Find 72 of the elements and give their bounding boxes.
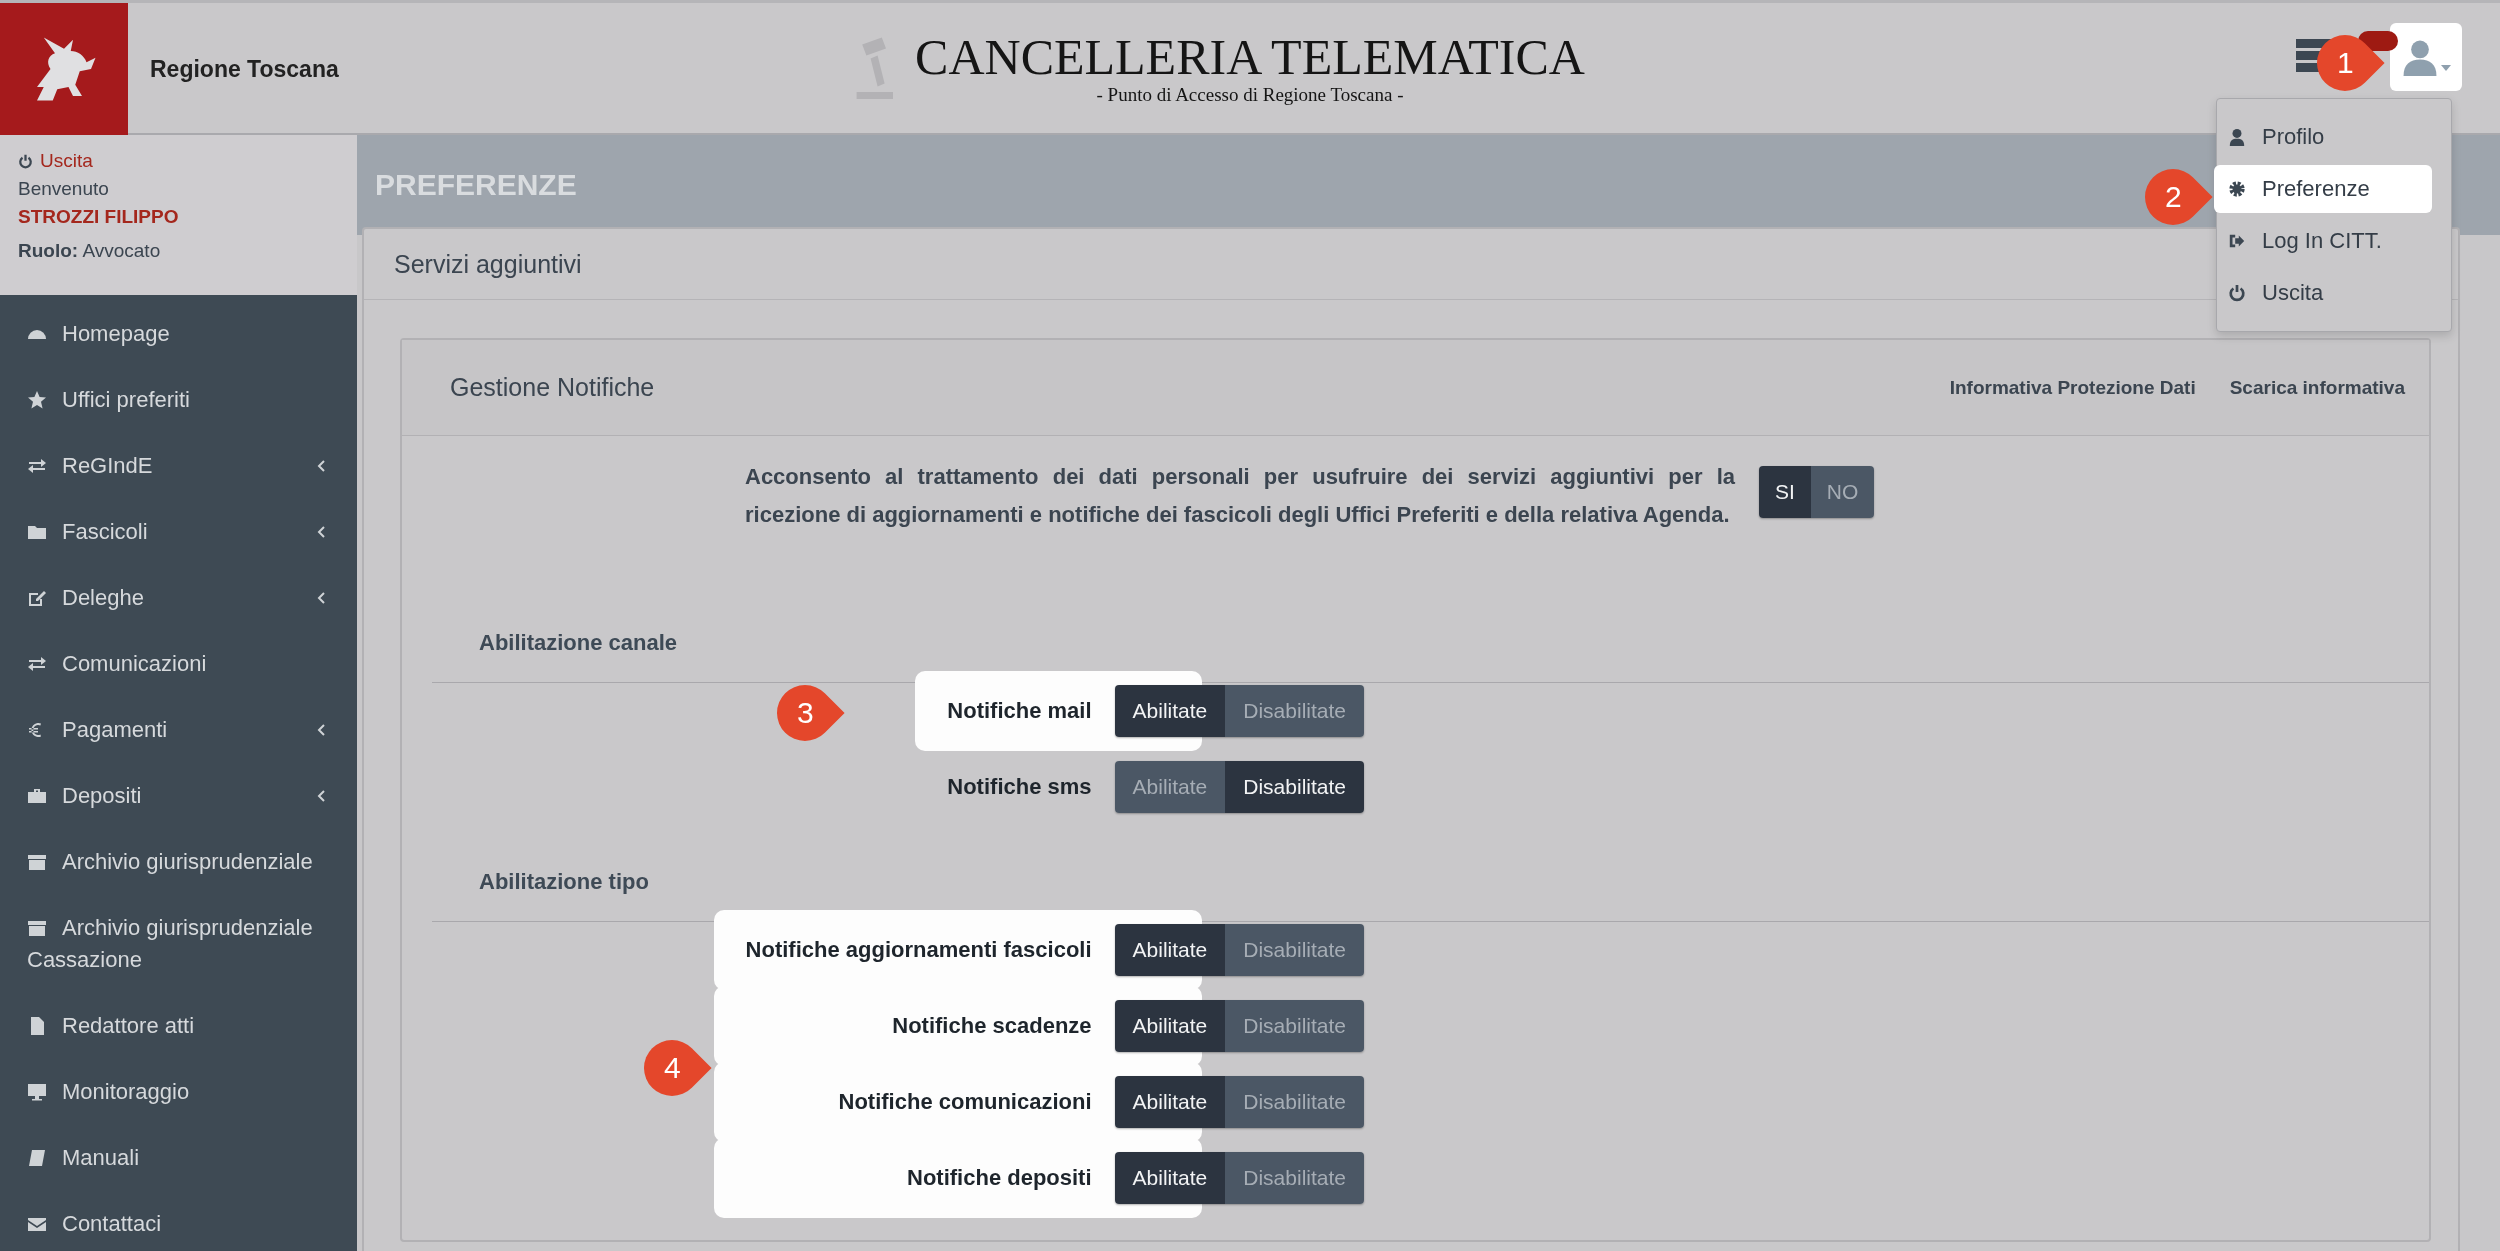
archive-box-icon (27, 918, 47, 938)
card-title: Gestione Notifiche (450, 373, 655, 402)
brand-name: Regione Toscana (150, 55, 339, 83)
setting-label: Notifiche scadenze (892, 1013, 1092, 1039)
archive-box-icon (27, 852, 47, 872)
sidebar-item[interactable]: Comunicazioni (0, 631, 357, 697)
arrows-icon (27, 456, 47, 476)
briefcase-icon (27, 786, 47, 806)
book-icon (27, 1148, 47, 1168)
sidebar-item[interactable]: Manuali (0, 1125, 357, 1191)
setting-label: Notifiche comunicazioni (838, 1089, 1092, 1115)
sidebar-item[interactable]: Archivio giurisprudenziale (0, 829, 357, 895)
arrows-icon (27, 654, 47, 674)
toggle-button[interactable]: SI (1759, 466, 1811, 518)
sidebar-item[interactable]: Monitoraggio (0, 1059, 357, 1125)
setting-label: Notifiche mail (947, 698, 1092, 724)
sidebar-item[interactable]: Contattaci (0, 1191, 357, 1251)
setting-label: Notifiche aggiornamenti fascicoli (745, 937, 1092, 963)
section-title: Abilitazione canale (479, 630, 678, 655)
toggle-button[interactable]: Abilitate (1114, 1152, 1226, 1204)
setting-label: Notifiche sms (947, 774, 1092, 800)
sidebar-item[interactable]: Uffici preferiti (0, 367, 357, 433)
setting-label: Notifiche depositi (907, 1165, 1092, 1191)
caret-icon (2441, 65, 2451, 71)
site-title: CANCELLERIA TELEMATICA (915, 32, 1585, 82)
pencil-icon (27, 588, 47, 608)
person-icon (2228, 128, 2246, 146)
section-title: Abilitazione tipo (479, 869, 649, 894)
login-icon (2228, 232, 2246, 250)
sidebar-item[interactable]: Pagamenti (0, 697, 357, 763)
toggle-button[interactable]: Abilitate (1114, 1076, 1226, 1128)
toggle-button[interactable]: Disabilitate (1225, 924, 1364, 976)
sidebar-item[interactable]: Deleghe (0, 565, 357, 631)
menu-item[interactable]: Log In CITT. (2214, 217, 2432, 265)
toggle-button[interactable]: NO (1810, 466, 1875, 518)
sidebar-item[interactable]: Redattore atti (0, 993, 357, 1059)
sidebar-item[interactable]: Depositi (0, 763, 357, 829)
power-icon (18, 153, 33, 169)
toggle-button[interactable]: Abilitate (1114, 1000, 1226, 1052)
power-icon (2228, 284, 2246, 302)
settings-icon (2228, 180, 2246, 198)
sidebar-item[interactable]: Fascicoli (0, 499, 357, 565)
logo-icon (0, 3, 128, 135)
star-icon (27, 390, 47, 410)
greeting-text: Benvenuto (18, 177, 110, 201)
toggle-button[interactable]: Abilitate (1114, 924, 1226, 976)
menu-item[interactable]: Preferenze (2214, 165, 2432, 213)
user-button[interactable] (2390, 23, 2462, 91)
sidebar-item[interactable]: ReGIndE (0, 433, 357, 499)
page-title: PREFERENZE (375, 168, 577, 202)
site-subtitle: - Punto di Accesso di Regione Toscana - (1096, 84, 1404, 106)
toggle-button[interactable]: Disabilitate (1225, 761, 1364, 813)
header-link[interactable]: Informativa Protezione Dati (1949, 376, 2196, 399)
toggle-button[interactable]: Disabilitate (1225, 685, 1364, 737)
sidebar-item[interactable]: Archivio giurisprudenziale Cassazione (0, 895, 357, 993)
sidebar-item[interactable]: Homepage (0, 301, 357, 367)
menu-item[interactable]: Profilo (2214, 113, 2432, 161)
toggle-button[interactable]: Abilitate (1114, 685, 1226, 737)
toggle-button[interactable]: Disabilitate (1225, 1000, 1364, 1052)
menu-item[interactable]: Uscita (2214, 269, 2432, 317)
monitor-icon (27, 1082, 47, 1102)
user-icon (2401, 38, 2439, 76)
toggle-button[interactable]: Abilitate (1114, 761, 1226, 813)
toggle-button[interactable]: Disabilitate (1225, 1152, 1364, 1204)
header-link[interactable]: Scarica informativa (2229, 376, 2405, 399)
role-label: Ruolo: (18, 240, 79, 261)
logout-link[interactable]: Uscita (40, 147, 93, 175)
user-name: STROZZI FILIPPO (18, 205, 180, 229)
role-value: Avvocato (82, 240, 161, 261)
consent-text: Acconsento al trattamento dei dati personali per usufruire dei servizi aggiuntivi per la ricezione di aggiornamenti e notifiche dei fascicoli degli Uffici Preferiti e della relativa Agenda. (745, 463, 1735, 529)
panel-title: Servizi aggiuntivi (394, 249, 582, 279)
toggle-button[interactable]: Disabilitate (1225, 1076, 1364, 1128)
